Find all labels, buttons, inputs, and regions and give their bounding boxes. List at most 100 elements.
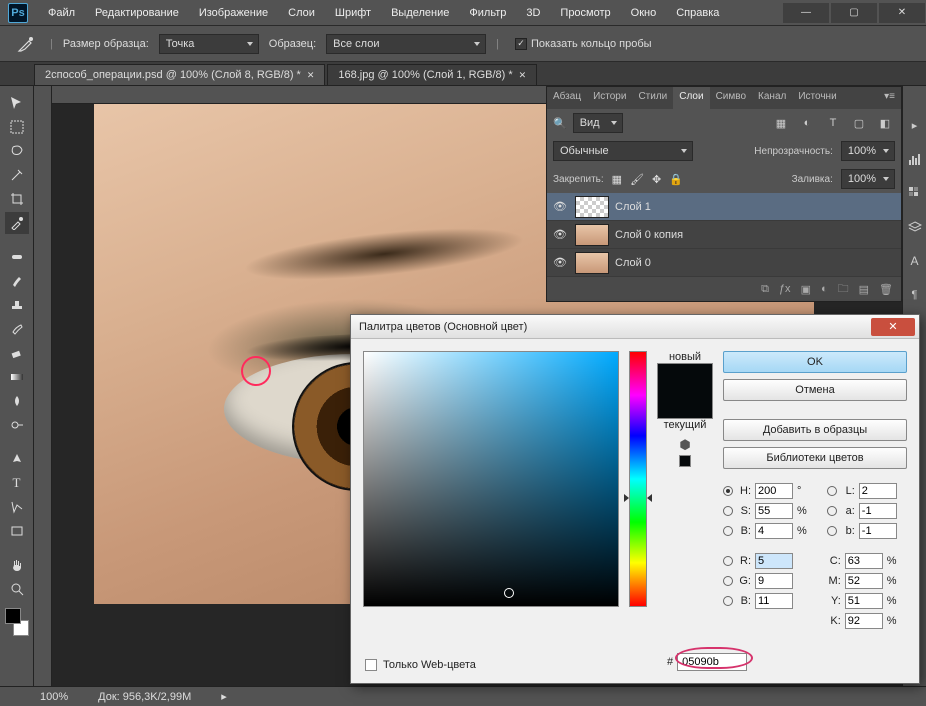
histogram-icon[interactable]	[906, 150, 924, 168]
l-input[interactable]	[859, 483, 897, 499]
radio-h[interactable]	[723, 486, 733, 496]
layers-panel[interactable]: Абзац Истори Стили Слои Симво Канал Исто…	[546, 86, 902, 302]
paragraph-dock-icon[interactable]: ¶	[906, 286, 924, 304]
mask-icon[interactable]: ▣	[801, 283, 811, 296]
tab-styles[interactable]: Стили	[632, 87, 673, 109]
lasso-tool[interactable]	[5, 140, 29, 162]
history-brush-tool[interactable]	[5, 318, 29, 340]
move-tool[interactable]	[5, 92, 29, 114]
cancel-button[interactable]: Отмена	[723, 379, 907, 401]
tab-paragraph[interactable]: Абзац	[547, 87, 587, 109]
menu-type[interactable]: Шрифт	[327, 5, 379, 21]
blue-input[interactable]	[755, 593, 793, 609]
filter-shape-icon[interactable]: ▢	[849, 114, 869, 132]
b-input[interactable]	[755, 523, 793, 539]
r-input[interactable]	[755, 553, 793, 569]
menu-edit[interactable]: Редактирование	[87, 5, 187, 21]
layer-filter-select[interactable]: Вид	[573, 113, 623, 133]
layer-row[interactable]: 👁 Слой 1	[547, 193, 901, 221]
hue-slider[interactable]	[629, 351, 647, 607]
close-button[interactable]: ✕	[879, 3, 925, 23]
menu-select[interactable]: Выделение	[383, 5, 457, 21]
tab-history[interactable]: Истори	[587, 87, 632, 109]
layer-name[interactable]: Слой 1	[615, 201, 651, 213]
doc-tab-2[interactable]: 168.jpg @ 100% (Слой 1, RGB/8) * ✕	[327, 64, 537, 85]
lock-pixels-icon[interactable]: ▦	[612, 173, 622, 186]
hex-input[interactable]	[677, 653, 747, 671]
maximize-button[interactable]: ▢	[831, 3, 877, 23]
lab-b-input[interactable]	[859, 523, 897, 539]
minimize-button[interactable]: —	[783, 3, 829, 23]
close-icon[interactable]: ✕	[307, 70, 315, 81]
menu-filter[interactable]: Фильтр	[461, 5, 514, 21]
fx-icon[interactable]: ƒx	[779, 283, 791, 295]
layer-row[interactable]: 👁 Слой 0	[547, 249, 901, 277]
gamut-warning-icon[interactable]: ⬢	[679, 437, 690, 453]
layer-name[interactable]: Слой 0	[615, 257, 651, 269]
eyedropper-tool[interactable]	[5, 212, 29, 234]
c-input[interactable]	[845, 553, 883, 569]
tab-channels[interactable]: Канал	[752, 87, 792, 109]
lock-all-icon[interactable]: 🔒	[669, 173, 683, 186]
menu-help[interactable]: Справка	[668, 5, 727, 21]
dock-icon[interactable]: ▸	[906, 116, 924, 134]
radio-b2[interactable]	[723, 596, 733, 606]
add-swatch-button[interactable]: Добавить в образцы	[723, 419, 907, 441]
dodge-tool[interactable]	[5, 414, 29, 436]
radio-lab-b[interactable]	[827, 526, 837, 536]
new-current-swatch[interactable]	[657, 363, 713, 419]
link-icon[interactable]: ⧉	[761, 283, 769, 296]
menu-window[interactable]: Окно	[623, 5, 665, 21]
doc-tab-1[interactable]: 2способ_операции.psd @ 100% (Слой 8, RGB…	[34, 64, 325, 85]
k-input[interactable]	[845, 613, 883, 629]
dialog-close-button[interactable]: ✕	[871, 318, 915, 336]
lock-paint-icon[interactable]: 🖌	[630, 173, 644, 186]
menu-image[interactable]: Изображение	[191, 5, 276, 21]
color-picker-dialog[interactable]: Палитра цветов (Основной цвет) ✕ новый т…	[350, 314, 920, 684]
menu-layers[interactable]: Слои	[280, 5, 323, 21]
show-ring-checkbox[interactable]: ✓ Показать кольцо пробы	[515, 38, 652, 50]
path-tool[interactable]	[5, 496, 29, 518]
g-input[interactable]	[755, 573, 793, 589]
swatches-icon[interactable]	[906, 184, 924, 202]
tab-source[interactable]: Источни	[792, 87, 842, 109]
chevron-right-icon[interactable]: ▸	[221, 690, 227, 703]
color-libraries-button[interactable]: Библиотеки цветов	[723, 447, 907, 469]
radio-g[interactable]	[723, 576, 733, 586]
gradient-tool[interactable]	[5, 366, 29, 388]
marquee-tool[interactable]	[5, 116, 29, 138]
pen-tool[interactable]	[5, 448, 29, 470]
eraser-tool[interactable]	[5, 342, 29, 364]
new-layer-icon[interactable]: ▤	[859, 283, 869, 296]
layer-row[interactable]: 👁 Слой 0 копия	[547, 221, 901, 249]
layer-thumb[interactable]	[575, 196, 609, 218]
fill-select[interactable]: 100%	[841, 169, 895, 189]
filter-smart-icon[interactable]: ◧	[875, 114, 895, 132]
adjust-icon[interactable]: ◐	[821, 283, 828, 295]
group-icon[interactable]: 🗀	[838, 280, 849, 299]
visibility-icon[interactable]: 👁	[551, 200, 569, 213]
foreground-swatch[interactable]	[5, 608, 21, 624]
saturation-value-field[interactable]	[363, 351, 619, 607]
s-input[interactable]	[755, 503, 793, 519]
sample-select[interactable]: Все слои	[326, 34, 486, 54]
filter-type-icon[interactable]: T	[823, 114, 843, 132]
type-tool[interactable]: T	[5, 472, 29, 494]
m-input[interactable]	[845, 573, 883, 589]
visibility-icon[interactable]: 👁	[551, 256, 569, 269]
layer-name[interactable]: Слой 0 копия	[615, 229, 683, 241]
radio-s[interactable]	[723, 506, 733, 516]
layer-thumb[interactable]	[575, 224, 609, 246]
filter-adjust-icon[interactable]: ◐	[797, 114, 817, 132]
hand-tool[interactable]	[5, 554, 29, 576]
type-dock-icon[interactable]: A	[906, 252, 924, 270]
heal-tool[interactable]	[5, 246, 29, 268]
radio-l[interactable]	[827, 486, 837, 496]
sample-size-select[interactable]: Точка	[159, 34, 259, 54]
blur-tool[interactable]	[5, 390, 29, 412]
tab-char[interactable]: Симво	[710, 87, 752, 109]
menu-3d[interactable]: 3D	[518, 5, 548, 21]
menu-view[interactable]: Просмотр	[552, 5, 618, 21]
color-swatches[interactable]	[5, 608, 29, 636]
radio-a[interactable]	[827, 506, 837, 516]
